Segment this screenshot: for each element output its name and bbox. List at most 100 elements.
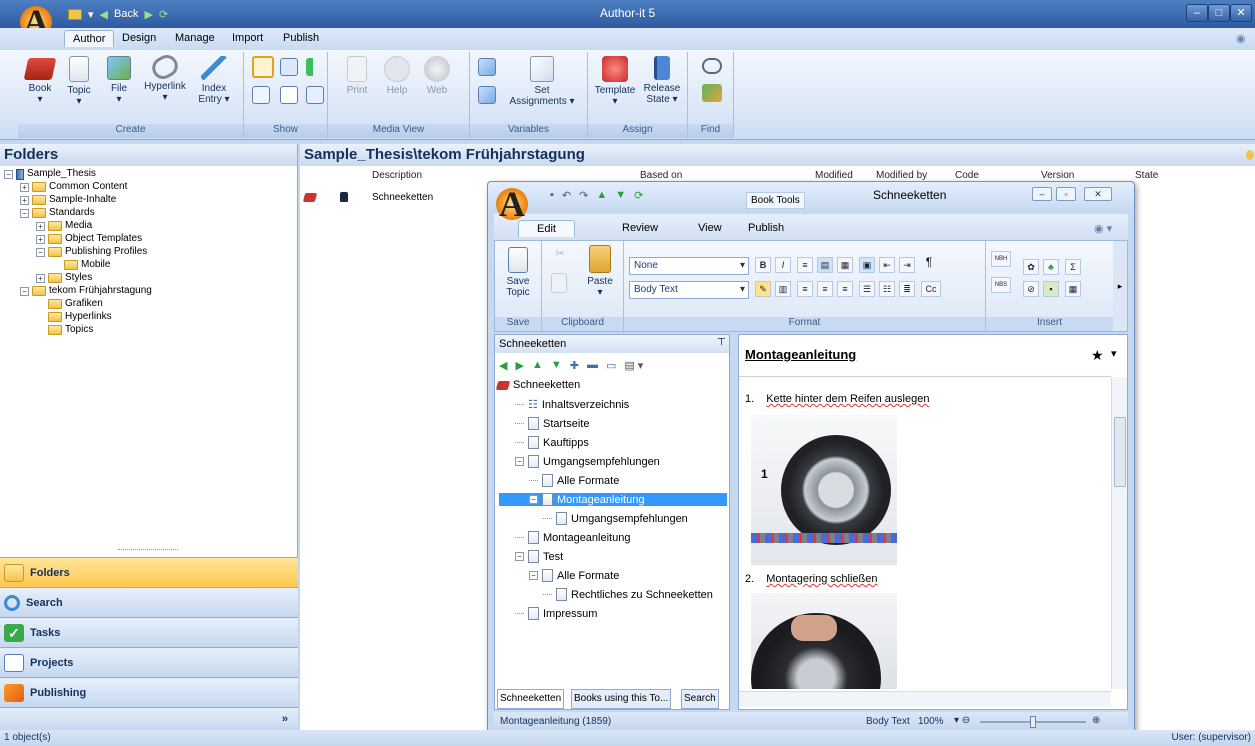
tire-image[interactable]: 1 [751,415,897,565]
redo-icon[interactable]: ↷ [579,189,588,202]
up-arrow-icon[interactable]: ▲ [596,189,607,202]
italic-button[interactable]: I [775,257,791,273]
collapse-icon[interactable]: − [4,169,13,179]
folder-tree-item[interactable]: Grafiken [36,298,103,310]
collapse-icon[interactable]: − [529,571,538,580]
find-view-icon[interactable] [306,86,324,104]
insert-image-icon[interactable]: ▪ [1043,281,1059,297]
topic-restore-button[interactable]: ▫ [1056,187,1076,201]
variable-assign-icon[interactable] [478,86,496,104]
star-icon[interactable]: ★ [1091,347,1104,364]
cut-icon[interactable]: ✂ [551,247,569,265]
zoom-in-button[interactable]: ⊕ [1092,715,1100,726]
find-related-icon[interactable] [702,84,722,102]
folder-tree-item[interactable]: + Media [36,220,92,232]
undo-icon[interactable]: ↶ [562,189,571,202]
folder-tree-item[interactable]: + Common Content [20,181,127,193]
justify-button[interactable]: ≣ [899,281,915,297]
refresh-icon[interactable]: ⟳ [634,189,643,202]
topic-tree-item[interactable]: Startseite [515,417,589,430]
folder-tree-item[interactable]: + Styles [36,272,92,284]
column-state[interactable]: State [1135,170,1158,186]
topic-tree-item[interactable]: − Umgangsempfehlungen [515,455,660,468]
expand-icon[interactable]: + [20,182,29,192]
document-menu-icon[interactable]: ▤ ▾ [624,359,643,372]
table-row[interactable]: Schneeketten [300,190,486,206]
topic-tree-item[interactable]: Montageanleitung [515,531,630,544]
bullet-list-button[interactable]: ☰ [859,281,875,297]
step-1[interactable]: 1. Kette hinter dem Reifen auslegen [745,393,929,405]
highlight-icon[interactable]: ✎ [755,281,771,297]
left-arrow-icon[interactable]: ◀ [499,359,507,372]
pilcrow-icon[interactable]: ¶ [921,255,937,271]
expand-icon[interactable]: + [36,221,45,231]
collapse-icon[interactable]: − [20,286,29,296]
close-button[interactable]: ✕ [1230,4,1252,22]
window-icon[interactable]: ▭ [606,359,616,372]
minimize-button[interactable]: – [1186,4,1208,22]
folder-tree-item[interactable]: − tekom Frühjahrstagung [20,285,152,297]
save-topic-button[interactable]: Save Topic [499,247,537,298]
expand-icon[interactable]: + [36,273,45,283]
help-button[interactable]: Help [382,56,412,96]
collapse-icon[interactable]: − [36,247,45,257]
list-view-icon[interactable] [280,86,298,104]
copy-icon[interactable] [551,273,567,293]
folder-tree-item[interactable]: − Publishing Profiles [36,246,147,258]
tab-view[interactable]: View [698,222,722,234]
outdent-icon[interactable]: ⇤ [879,257,895,273]
hyperlink-button[interactable]: Hyperlink ▾ [142,50,188,103]
collapse-icon[interactable]: − [515,457,524,466]
align-left-icon[interactable]: ≡ [797,257,813,273]
bold-button[interactable]: B [755,257,771,273]
folder-tree-item[interactable]: − Standards [20,207,95,219]
release-state-button[interactable]: Release State ▾ [640,56,684,105]
collapse-icon[interactable]: − [529,495,538,504]
topic-button[interactable]: Topic ▾ [64,56,94,107]
numbered-list-button[interactable]: ☷ [879,281,895,297]
book-button[interactable]: Book ▾ [23,58,57,105]
topic-tree-item[interactable]: − Montageanleitung [499,493,727,506]
topic-close-button[interactable]: ✕ [1084,187,1112,201]
context-tab-book-tools[interactable]: Book Tools [746,192,805,209]
insert-graphic-icon[interactable]: ✿ [1023,259,1039,275]
remove-topic-icon[interactable]: ▬ [587,359,598,372]
save-icon[interactable]: ▪ [550,189,554,202]
structure-view-icon[interactable] [306,58,324,76]
nav-publishing-button[interactable]: Publishing [0,677,298,707]
heading-dropdown-icon[interactable]: ▾ [1111,347,1117,360]
nonbreaking-space-button[interactable]: NBS [991,277,1011,293]
align-left-button[interactable]: ≡ [797,281,813,297]
maximize-button[interactable]: □ [1208,4,1230,22]
tab-schneeketten[interactable]: Schneeketten [497,689,565,709]
align-right-button[interactable]: ≡ [837,281,853,297]
image-icon[interactable]: ▣ [859,257,875,273]
nav-search-button[interactable]: Search [0,587,298,617]
tab-publish[interactable]: Publish [748,222,784,234]
table-icon[interactable]: ▦ [837,257,853,273]
panel-splitter[interactable] [118,549,178,555]
topic-tree-item[interactable]: Alle Formate [529,474,619,487]
down-arrow-icon[interactable]: ▼ [615,189,626,202]
paste-button[interactable]: Paste ▾ [581,245,619,298]
tab-books-using-this-topic[interactable]: Books using this To... [571,689,672,709]
topic-tree-item[interactable]: Umgangsempfehlungen [543,512,688,525]
normal-view-icon[interactable] [252,56,274,78]
tab-import[interactable]: Import [232,32,263,44]
column-description[interactable]: Description [372,170,422,186]
zoom-out-button[interactable]: ▾ ⊖ [954,715,970,726]
folder-tree-item[interactable]: − Sample_Thesis [4,168,96,180]
insert-symbol-icon[interactable]: Σ [1065,259,1081,275]
variable-icon[interactable] [478,58,496,76]
format-painter-icon[interactable]: ▥ [775,281,791,297]
vertical-scrollbar[interactable] [1111,377,1127,689]
expand-icon[interactable]: + [20,195,29,205]
zoom-level[interactable]: 100% [918,716,944,727]
tab-review[interactable]: Review [622,222,658,234]
right-arrow-icon[interactable]: ▶ [515,359,523,372]
change-case-button[interactable]: Cc [921,281,941,297]
down-arrow-icon[interactable]: ▼ [551,359,562,372]
find-binoculars-icon[interactable] [702,58,722,74]
index-entry-button[interactable]: Index Entry ▾ [194,56,234,105]
topic-tree-item[interactable]: Schneeketten [495,379,580,391]
